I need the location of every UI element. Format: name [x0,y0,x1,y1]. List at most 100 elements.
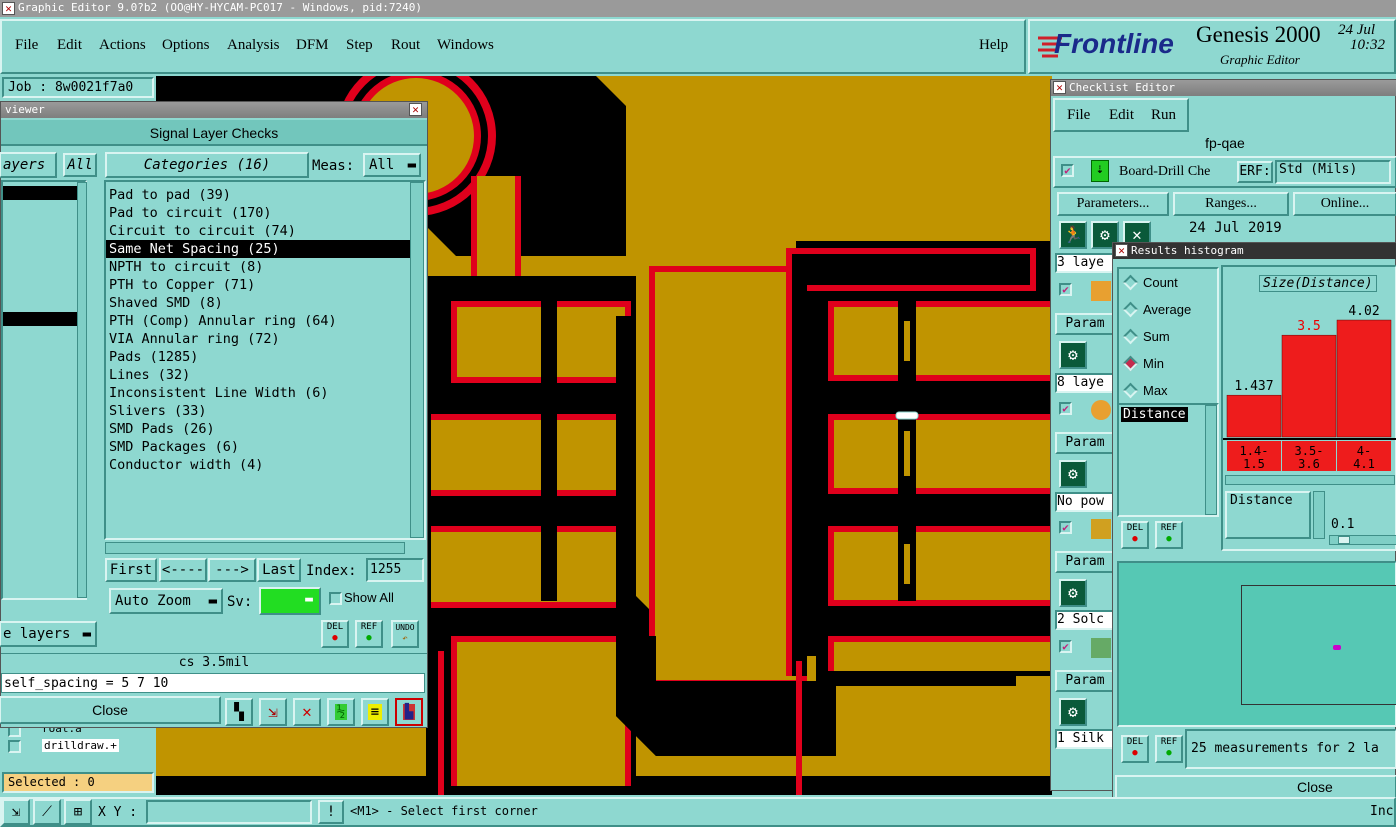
layer-2-checkbox[interactable] [8,740,21,753]
tool-button-1[interactable]: ⇲ [2,799,30,825]
category-item[interactable]: Circuit to circuit (74) [106,222,424,240]
tool-icon-2[interactable]: ⇲ [259,698,287,726]
histogram-icon[interactable]: ▙ [395,698,423,726]
category-item[interactable]: SMD Pads (26) [106,420,424,438]
category-item[interactable]: Pad to circuit (170) [106,204,424,222]
distance-item[interactable]: Distance [1121,407,1188,422]
ranges-button[interactable]: Ranges... [1173,192,1289,216]
hist-del-button-top[interactable]: DEL ● [1121,521,1149,549]
tool-icon-1[interactable]: ▚ [225,698,253,726]
category-item[interactable]: NPTH to circuit (8) [106,258,424,276]
menu-dfm[interactable]: DFM [296,37,329,54]
categories-tab[interactable]: Categories (16) [105,152,309,178]
xy-input[interactable] [146,800,312,824]
menu-analysis[interactable]: Analysis [227,37,280,54]
hist-del-button[interactable]: DEL ● [1121,735,1149,763]
categories-list[interactable]: Pad to pad (39) Pad to circuit (170) Circu… [104,180,426,540]
category-item[interactable]: PTH (Comp) Annular ring (64) [106,312,424,330]
row-label-5[interactable]: Param [1055,551,1115,573]
row-1-checkbox[interactable]: ✔ [1061,164,1074,177]
row-4-checkbox[interactable]: ✔ [1059,521,1072,534]
menu-actions[interactable]: Actions [99,37,146,54]
tool-icon-3[interactable]: ✕ [293,698,321,726]
histogram-bar[interactable] [1226,394,1282,438]
tool-icon-4[interactable]: ½ [327,698,355,726]
tool-button-2[interactable]: ⟋ [33,799,61,825]
category-item[interactable]: PTH to Copper (71) [106,276,424,294]
first-button[interactable]: First [105,558,157,582]
measure-scrollbar[interactable] [1205,405,1217,515]
hist-ref-button-top[interactable]: REF ● [1155,521,1183,549]
distance-button[interactable]: Distance [1225,491,1311,539]
categories-scrollbar-v[interactable] [410,182,424,538]
category-item[interactable]: VIA Annular ring (72) [106,330,424,348]
row-2-checkbox[interactable]: ✔ [1059,283,1072,296]
chart-hscroll[interactable] [1225,475,1395,485]
prev-button[interactable]: <---- [159,558,207,582]
viewer-close-button[interactable]: Close [0,696,221,724]
row-5-checkbox[interactable]: ✔ [1059,640,1072,653]
run-icon-7[interactable]: ⚙ [1059,698,1087,726]
slider[interactable] [1329,535,1396,545]
category-item[interactable]: Inconsistent Line Width (6) [106,384,424,402]
erf-field[interactable]: Std (Mils) [1275,160,1391,184]
parameters-button[interactable]: Parameters... [1057,192,1169,216]
run-icon-6[interactable]: ⚙ [1059,579,1087,607]
all-tab[interactable]: All [63,153,97,177]
show-all-checkbox[interactable] [329,592,342,605]
slider-thumb[interactable] [1338,536,1350,544]
layers-scrollbar[interactable] [77,182,87,598]
histogram-close-button[interactable]: Close [1115,775,1396,799]
layers-listbox[interactable] [1,180,87,600]
meas-dropdown[interactable]: All ▬ [363,153,421,177]
last-button[interactable]: Last [257,558,301,582]
run-icon-5[interactable]: ⚙ [1059,460,1087,488]
category-item[interactable]: Shaved SMD (8) [106,294,424,312]
menu-options[interactable]: Options [162,37,210,54]
tool-icon-5[interactable]: ≡ [361,698,389,726]
auto-zoom-dropdown[interactable]: Auto Zoom ▬ [109,588,223,614]
histogram-bar[interactable] [1336,319,1392,438]
hist-ref-button[interactable]: REF ● [1155,735,1183,763]
measure-listbox[interactable]: Distance [1117,403,1219,517]
layers-tab[interactable]: ayers [0,152,57,178]
row-label-7[interactable]: Param [1055,670,1115,692]
next-button[interactable]: ---> [208,558,256,582]
exclaim-button[interactable]: ! [318,800,344,824]
run-icon-1[interactable]: 🏃 [1059,221,1087,249]
menu-rout[interactable]: Rout [391,37,420,54]
viewer-ref-button[interactable]: REF ● [355,620,383,648]
menu-step[interactable]: Step [346,37,373,54]
histogram-close-icon[interactable]: ✕ [1115,244,1128,257]
row-label-3[interactable]: Param [1055,432,1115,454]
menu-help[interactable]: Help [979,37,1008,54]
viewer-del-button[interactable]: DEL ● [321,620,349,648]
layer-highlight-2[interactable] [3,312,77,326]
checklist-menu-file[interactable]: File [1067,107,1090,124]
category-item[interactable]: Lines (32) [106,366,424,384]
menu-windows[interactable]: Windows [437,37,494,54]
menu-edit[interactable]: Edit [57,37,82,54]
category-item[interactable]: SMD Packages (6) [106,438,424,456]
layer-highlight-1[interactable] [3,186,77,200]
viewer-close-icon[interactable]: ✕ [409,103,422,116]
row-label-1[interactable]: Param [1055,313,1115,335]
category-item[interactable]: Pads (1285) [106,348,424,366]
layer-row-2[interactable]: drilldraw.+ [6,739,126,755]
online-button[interactable]: Online... [1293,192,1396,216]
checklist-close-icon[interactable]: ✕ [1053,81,1066,94]
row-3-checkbox[interactable]: ✔ [1059,402,1072,415]
index-input[interactable]: 1255 [366,558,424,582]
layers-dropdown[interactable]: e layers ▬ [0,621,97,647]
category-item[interactable]: Slivers (33) [106,402,424,420]
category-item[interactable]: Conductor width (4) [106,456,424,474]
distance-scrollbar[interactable] [1313,491,1325,539]
category-item[interactable]: Same Net Spacing (25) [106,240,418,258]
categories-scrollbar-h[interactable] [105,542,405,554]
sv-color-dropdown[interactable]: ▬ [259,587,321,615]
close-icon[interactable]: ✕ [2,2,15,15]
tool-button-3[interactable]: ⊞ [64,799,92,825]
spacing-marker[interactable] [895,411,919,420]
histogram-bar[interactable] [1281,334,1337,438]
checklist-menu-edit[interactable]: Edit [1109,107,1134,124]
